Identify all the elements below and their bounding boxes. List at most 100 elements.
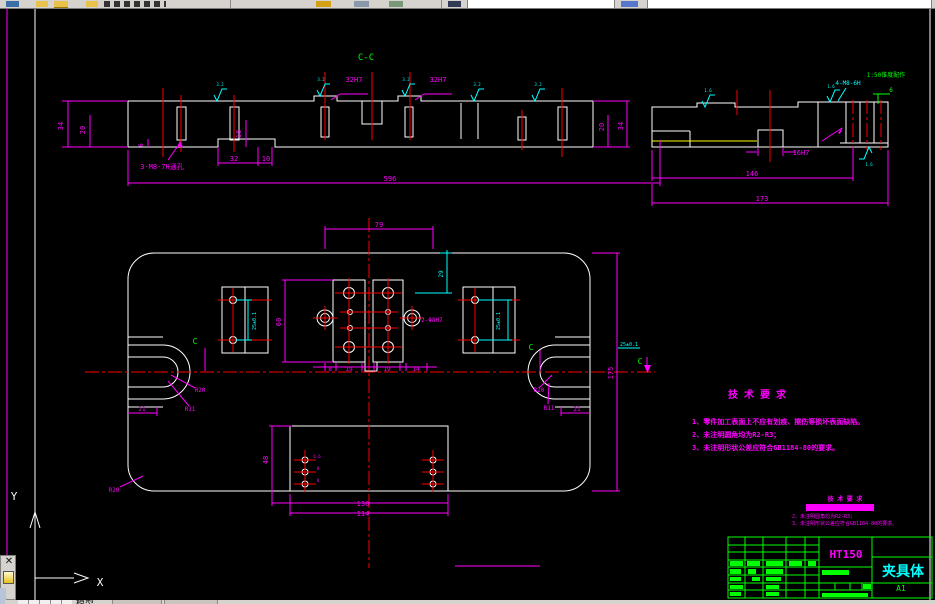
dimension-label: 48: [262, 456, 270, 464]
dimension-label: 19: [383, 366, 391, 373]
dimension-label: 1:50锥度配作: [867, 71, 905, 79]
dimension-label: R20: [534, 387, 545, 394]
dimension-label: 173: [756, 195, 769, 203]
sheet-size: A1: [896, 584, 906, 593]
tech-req-item: 3、未注明形状公差应符合GB1184-80的要求。: [692, 443, 839, 452]
dimension-label: 14: [412, 366, 420, 373]
material-label: HT150: [829, 548, 862, 561]
toolbar-combobox[interactable]: [467, 0, 615, 8]
dimension-label: 2-Φ8H7: [421, 317, 443, 324]
ucs-x-label: X: [97, 576, 104, 589]
dimension-label: 16: [235, 130, 243, 138]
toolbar-separator: [441, 0, 442, 8]
dimension-label: 6: [138, 143, 145, 147]
tech-requirements: 技 术 要 求 1、零件加工表面上不应有划痕、擦伤等损坏表面缺陷。 2、未注明圆…: [692, 388, 864, 452]
dimension-label: 114: [357, 510, 370, 518]
dimension-label: 3-M8-7H通孔: [140, 162, 184, 171]
dimension-label: 32: [230, 155, 238, 163]
dimension-label: 60: [275, 318, 283, 326]
section-view: [127, 95, 594, 148]
dimension-label: C: [638, 357, 643, 366]
cad-application-window: { "colors":{ "background":"#000000","out…: [0, 0, 935, 604]
toolbar-icon-fragment[interactable]: [36, 1, 48, 7]
dimension-label: 21: [573, 406, 581, 413]
dimension-label: 3.2: [216, 82, 224, 87]
dimension-label: 1.6: [704, 88, 712, 93]
tab-model-label: 模型: [76, 600, 94, 604]
tab-model[interactable]: 模型: [76, 600, 94, 604]
toolbar-icon-fragment[interactable]: [389, 1, 403, 7]
toolbar-icon-fragment[interactable]: [6, 1, 19, 7]
toolbar-separator: [230, 0, 231, 8]
layer-color-icon[interactable]: [3, 571, 14, 584]
unhatched-zone: [129, 102, 170, 146]
tech-req-item: 2、未注明圆角均为R2-R3；: [692, 430, 780, 439]
table-grid-icon[interactable]: [621, 1, 638, 7]
tab-layout2[interactable]: [164, 600, 218, 604]
dimension-label: 21: [138, 406, 146, 413]
statusbar-sliver: 模型: [0, 600, 935, 604]
drawing-canvas[interactable]: HT150 夹具体 A1 Y X C-C 技 术 要 求 1、零件加工表面上不应…: [0, 0, 935, 604]
dimension-label: 146: [746, 170, 759, 178]
section-label: C-C: [358, 53, 374, 63]
dimension-label: 79: [375, 221, 383, 229]
dimension-label: 20: [598, 123, 606, 131]
ucs-y-label: Y: [11, 490, 18, 503]
tech-req-item: 1、零件加工表面上不应有划痕、擦伤等损坏表面缺陷。: [692, 417, 864, 426]
dimension-label: 8: [328, 366, 332, 373]
surface-finish-marks: [213, 83, 873, 349]
dimension-label: 3.2: [473, 82, 481, 87]
dimension-label: 6: [889, 87, 893, 94]
dimension-label: 34: [617, 122, 625, 130]
dimension-label: 8: [317, 478, 320, 483]
dimension-label: 16H7: [793, 149, 810, 157]
centerlines: [85, 72, 882, 568]
tab-layout1[interactable]: [112, 600, 162, 604]
dimension-label: 6.6: [313, 454, 321, 459]
close-icon[interactable]: ✕: [3, 556, 15, 568]
dimension-label: 596: [384, 175, 397, 183]
dimension-label: 1.6: [865, 162, 873, 167]
dimension-label: R11: [185, 406, 196, 413]
toolbar-icon-fragment[interactable]: [86, 1, 98, 7]
dimension-label: 32H7: [430, 76, 447, 84]
dimension-label: 3.2: [317, 77, 325, 82]
status-cells: [18, 600, 72, 604]
ucs-icon: Y X: [11, 490, 104, 589]
toolbar-text-fragment: [104, 1, 166, 7]
dimension-label: 3.2: [534, 82, 542, 87]
sheet-border: [6, 8, 931, 600]
dimension-label: 10: [262, 155, 270, 163]
dimension-label: 175: [607, 367, 615, 380]
unhatched-zone: [461, 103, 478, 139]
dimension-label: 29: [438, 270, 445, 278]
tech-req-small-item: 2、未注明圆角均为R2-R3；: [792, 513, 855, 520]
toolbar-icon-fragment[interactable]: [448, 1, 461, 7]
panel-corner: [0, 600, 5, 604]
toolbar-sliver: [0, 0, 935, 9]
toolbar-combobox[interactable]: [647, 0, 932, 8]
dimension-label: C: [529, 343, 534, 352]
dimension-label: 20: [79, 126, 87, 134]
title-block-text-bars: [730, 561, 871, 597]
part-name: 夹具体: [882, 563, 925, 580]
dimension-label: 4-M8-6H: [835, 80, 861, 87]
toolbar-icon-fragment[interactable]: [354, 1, 369, 7]
dimension-label: 25±0.1: [620, 342, 638, 348]
dimension-label: R20: [109, 487, 120, 494]
plan-view: [127, 252, 591, 492]
toolbar-icon-fragment[interactable]: [316, 1, 331, 7]
tech-req-small-title: 技 术 要 求: [828, 495, 864, 503]
dimension-label: 25±0.1: [252, 312, 258, 330]
dimension-label: 32H7: [346, 76, 363, 84]
open-folder-icon[interactable]: [54, 1, 68, 8]
dimension-label: 25±0.1: [496, 312, 502, 330]
dimension-label: 19: [345, 366, 353, 373]
dimension-label: 8: [317, 466, 320, 471]
dimension-label: 130: [357, 500, 370, 508]
tech-req-title: 技 术 要 求: [728, 388, 787, 401]
dimension-label: 3.2: [402, 77, 410, 82]
dimension-label: 1.6: [827, 84, 835, 89]
selected-text-highlight: [806, 504, 874, 511]
dimension-label: 34: [57, 122, 65, 130]
